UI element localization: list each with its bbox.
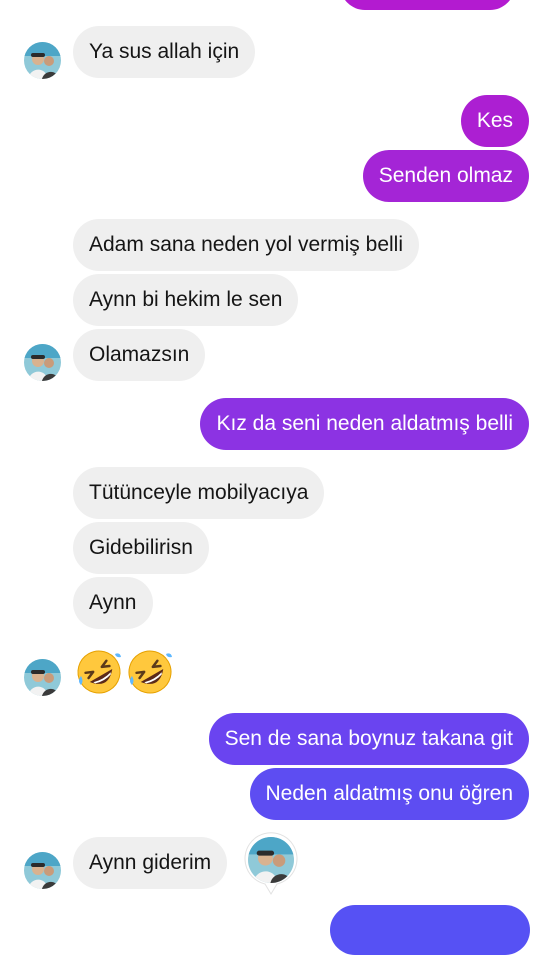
message-bubble-outgoing[interactable]: Sen de sana boynuz takana git xyxy=(208,713,529,765)
contact-avatar[interactable] xyxy=(24,852,61,889)
avatar-photo-icon xyxy=(24,852,61,889)
message-text: Aynn xyxy=(89,591,137,614)
message-bubble-outgoing[interactable]: Kes xyxy=(460,95,529,147)
seen-avatar-indicator xyxy=(243,832,299,896)
message-bubble-incoming[interactable]: Olamazsın xyxy=(73,329,206,381)
message-bubble-incoming[interactable]: Tütünceyle mobilyacıya xyxy=(73,467,325,519)
previous-message-bubble-clipped xyxy=(340,0,515,10)
message-bubble-outgoing[interactable]: Kız da seni neden aldatmış belli xyxy=(200,398,529,450)
message-bubble-incoming[interactable]: Aynn xyxy=(73,577,153,629)
next-message-bubble-clipped xyxy=(330,905,530,955)
message-bubble-incoming[interactable]: Ya sus allah için xyxy=(73,26,256,78)
message-text: Neden aldatmış onu öğren xyxy=(265,782,514,805)
avatar-photo-icon xyxy=(248,837,294,883)
message-text: Tütünceyle mobilyacıya xyxy=(89,481,309,504)
message-text: Senden olmaz xyxy=(378,164,513,187)
message-text: Ya sus allah için xyxy=(89,40,240,63)
message-bubble-incoming[interactable]: Adam sana neden yol vermiş belli xyxy=(73,219,419,271)
message-text: Sen de sana boynuz takana git xyxy=(224,727,513,750)
message-text: Gidebilirisn xyxy=(89,536,193,559)
contact-avatar[interactable] xyxy=(24,344,61,381)
message-text: Aynn bi hekim le sen xyxy=(89,288,283,311)
avatar-photo-icon xyxy=(24,659,61,696)
message-text: Adam sana neden yol vermiş belli xyxy=(89,233,403,256)
message-bubble-outgoing[interactable]: Senden olmaz xyxy=(362,150,529,202)
avatar-photo-icon xyxy=(24,344,61,381)
contact-avatar[interactable] xyxy=(24,42,61,79)
message-bubble-incoming[interactable]: Aynn bi hekim le sen xyxy=(73,274,299,326)
message-bubble-outgoing[interactable]: Neden aldatmış onu öğren xyxy=(249,768,529,820)
avatar-photo-icon xyxy=(24,42,61,79)
message-text: Olamazsın xyxy=(89,343,190,366)
message-text: Aynn giderim xyxy=(89,851,212,874)
rolling-on-floor-laughing-icon[interactable] xyxy=(75,648,123,696)
rolling-on-floor-laughing-icon[interactable] xyxy=(126,648,174,696)
message-bubble-incoming[interactable]: Gidebilirisn xyxy=(73,522,209,574)
message-text: Kız da seni neden aldatmış belli xyxy=(216,412,513,435)
message-bubble-incoming[interactable]: Aynn giderim xyxy=(73,837,228,889)
message-text: Kes xyxy=(476,109,513,132)
seen-avatar-photo xyxy=(248,837,294,883)
contact-avatar[interactable] xyxy=(24,659,61,696)
